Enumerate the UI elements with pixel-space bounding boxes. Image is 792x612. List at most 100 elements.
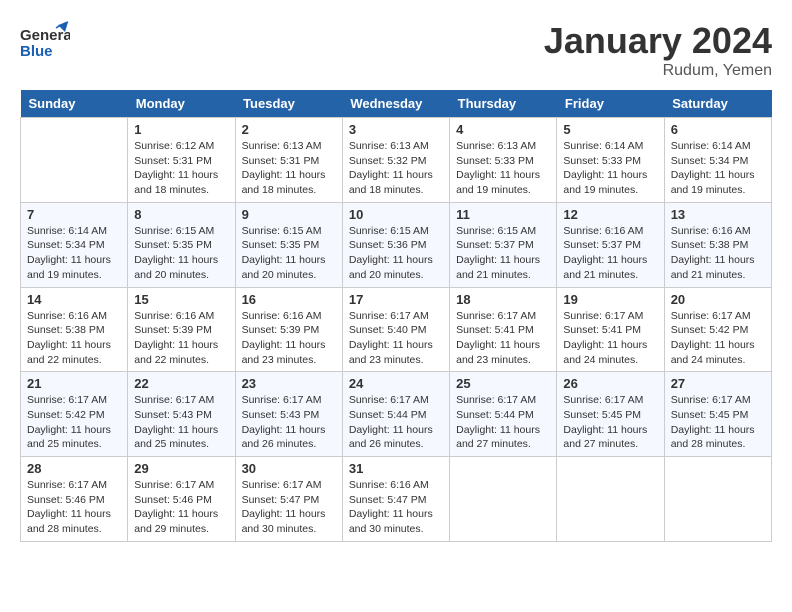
- day-cell: 2 Sunrise: 6:13 AM Sunset: 5:31 PM Daylig…: [235, 118, 342, 203]
- day-info: Sunrise: 6:13 AM Sunset: 5:33 PM Dayligh…: [456, 139, 550, 198]
- day-number: 25: [456, 376, 550, 391]
- day-cell: 21 Sunrise: 6:17 AM Sunset: 5:42 PM Dayli…: [21, 372, 128, 457]
- week-row-2: 7Sunrise: 6:14 AM Sunset: 5:34 PM Daylig…: [21, 202, 772, 287]
- day-info: Sunrise: 6:13 AM Sunset: 5:31 PM Dayligh…: [242, 139, 336, 198]
- day-info: Sunrise: 6:16 AM Sunset: 5:47 PM Dayligh…: [349, 478, 443, 537]
- day-cell: 27 Sunrise: 6:17 AM Sunset: 5:45 PM Dayli…: [664, 372, 771, 457]
- day-info: Sunrise: 6:16 AM Sunset: 5:38 PM Dayligh…: [671, 224, 765, 283]
- day-info: Sunrise: 6:15 AM Sunset: 5:35 PM Dayligh…: [242, 224, 336, 283]
- page-header: General Blue January 2024 Rudum, Yemen: [20, 20, 772, 80]
- day-number: 3: [349, 122, 443, 137]
- day-info: Sunrise: 6:17 AM Sunset: 5:45 PM Dayligh…: [671, 393, 765, 452]
- title-block: January 2024 Rudum, Yemen: [544, 20, 772, 80]
- day-cell: 9 Sunrise: 6:15 AM Sunset: 5:35 PM Daylig…: [235, 202, 342, 287]
- day-number: 12: [563, 207, 657, 222]
- col-header-wednesday: Wednesday: [342, 90, 449, 118]
- day-info: Sunrise: 6:16 AM Sunset: 5:38 PM Dayligh…: [27, 309, 121, 368]
- day-number: 24: [349, 376, 443, 391]
- day-cell: 16Sunrise: 6:16 AM Sunset: 5:39 PM Dayli…: [235, 287, 342, 372]
- day-number: 10: [349, 207, 443, 222]
- day-cell: 15 Sunrise: 6:16 AM Sunset: 5:39 PM Dayli…: [128, 287, 235, 372]
- day-info: Sunrise: 6:17 AM Sunset: 5:44 PM Dayligh…: [349, 393, 443, 452]
- day-number: 15: [134, 292, 228, 307]
- day-info: Sunrise: 6:14 AM Sunset: 5:34 PM Dayligh…: [671, 139, 765, 198]
- day-cell: 14 Sunrise: 6:16 AM Sunset: 5:38 PM Dayli…: [21, 287, 128, 372]
- day-info: Sunrise: 6:17 AM Sunset: 5:40 PM Dayligh…: [349, 309, 443, 368]
- svg-text:General: General: [20, 27, 70, 44]
- day-number: 5: [563, 122, 657, 137]
- day-info: Sunrise: 6:17 AM Sunset: 5:43 PM Dayligh…: [242, 393, 336, 452]
- day-cell: 13 Sunrise: 6:16 AM Sunset: 5:38 PM Dayli…: [664, 202, 771, 287]
- day-info: Sunrise: 6:17 AM Sunset: 5:43 PM Dayligh…: [134, 393, 228, 452]
- day-cell: 5Sunrise: 6:14 AM Sunset: 5:33 PM Daylig…: [557, 118, 664, 203]
- day-number: 19: [563, 292, 657, 307]
- day-info: Sunrise: 6:12 AM Sunset: 5:31 PM Dayligh…: [134, 139, 228, 198]
- day-info: Sunrise: 6:17 AM Sunset: 5:44 PM Dayligh…: [456, 393, 550, 452]
- day-cell: 26Sunrise: 6:17 AM Sunset: 5:45 PM Dayli…: [557, 372, 664, 457]
- day-number: 23: [242, 376, 336, 391]
- day-number: 2: [242, 122, 336, 137]
- day-cell: 28 Sunrise: 6:17 AM Sunset: 5:46 PM Dayli…: [21, 457, 128, 542]
- day-number: 22: [134, 376, 228, 391]
- day-number: 18: [456, 292, 550, 307]
- logo: General Blue: [20, 20, 70, 65]
- day-number: 17: [349, 292, 443, 307]
- col-header-sunday: Sunday: [21, 90, 128, 118]
- day-cell: 3Sunrise: 6:13 AM Sunset: 5:32 PM Daylig…: [342, 118, 449, 203]
- week-row-4: 21 Sunrise: 6:17 AM Sunset: 5:42 PM Dayli…: [21, 372, 772, 457]
- day-cell: 24 Sunrise: 6:17 AM Sunset: 5:44 PM Dayli…: [342, 372, 449, 457]
- day-cell: 25 Sunrise: 6:17 AM Sunset: 5:44 PM Dayli…: [450, 372, 557, 457]
- day-info: Sunrise: 6:17 AM Sunset: 5:41 PM Dayligh…: [563, 309, 657, 368]
- day-number: 1: [134, 122, 228, 137]
- day-cell: [557, 457, 664, 542]
- col-header-saturday: Saturday: [664, 90, 771, 118]
- day-cell: 8 Sunrise: 6:15 AM Sunset: 5:35 PM Daylig…: [128, 202, 235, 287]
- logo-icon: General Blue: [20, 20, 70, 65]
- day-number: 27: [671, 376, 765, 391]
- week-row-3: 14 Sunrise: 6:16 AM Sunset: 5:38 PM Dayli…: [21, 287, 772, 372]
- col-header-thursday: Thursday: [450, 90, 557, 118]
- day-number: 31: [349, 461, 443, 476]
- day-info: Sunrise: 6:16 AM Sunset: 5:37 PM Dayligh…: [563, 224, 657, 283]
- day-cell: [664, 457, 771, 542]
- day-cell: 1 Sunrise: 6:12 AM Sunset: 5:31 PM Daylig…: [128, 118, 235, 203]
- day-number: 4: [456, 122, 550, 137]
- day-number: 6: [671, 122, 765, 137]
- day-info: Sunrise: 6:15 AM Sunset: 5:35 PM Dayligh…: [134, 224, 228, 283]
- day-number: 20: [671, 292, 765, 307]
- day-number: 14: [27, 292, 121, 307]
- day-number: 11: [456, 207, 550, 222]
- day-cell: 20 Sunrise: 6:17 AM Sunset: 5:42 PM Dayli…: [664, 287, 771, 372]
- day-cell: 31 Sunrise: 6:16 AM Sunset: 5:47 PM Dayli…: [342, 457, 449, 542]
- day-info: Sunrise: 6:17 AM Sunset: 5:47 PM Dayligh…: [242, 478, 336, 537]
- day-info: Sunrise: 6:17 AM Sunset: 5:46 PM Dayligh…: [27, 478, 121, 537]
- day-cell: 30 Sunrise: 6:17 AM Sunset: 5:47 PM Dayli…: [235, 457, 342, 542]
- day-cell: 4 Sunrise: 6:13 AM Sunset: 5:33 PM Daylig…: [450, 118, 557, 203]
- day-number: 28: [27, 461, 121, 476]
- header-row: SundayMondayTuesdayWednesdayThursdayFrid…: [21, 90, 772, 118]
- svg-text:Blue: Blue: [20, 43, 53, 60]
- day-cell: 10 Sunrise: 6:15 AM Sunset: 5:36 PM Dayli…: [342, 202, 449, 287]
- day-info: Sunrise: 6:15 AM Sunset: 5:36 PM Dayligh…: [349, 224, 443, 283]
- day-number: 21: [27, 376, 121, 391]
- day-info: Sunrise: 6:16 AM Sunset: 5:39 PM Dayligh…: [242, 309, 336, 368]
- day-info: Sunrise: 6:16 AM Sunset: 5:39 PM Dayligh…: [134, 309, 228, 368]
- month-title: January 2024: [544, 20, 772, 62]
- day-cell: 6 Sunrise: 6:14 AM Sunset: 5:34 PM Daylig…: [664, 118, 771, 203]
- calendar-table: SundayMondayTuesdayWednesdayThursdayFrid…: [20, 90, 772, 542]
- day-cell: 22 Sunrise: 6:17 AM Sunset: 5:43 PM Dayli…: [128, 372, 235, 457]
- col-header-friday: Friday: [557, 90, 664, 118]
- day-info: Sunrise: 6:17 AM Sunset: 5:42 PM Dayligh…: [671, 309, 765, 368]
- day-number: 13: [671, 207, 765, 222]
- day-cell: [450, 457, 557, 542]
- day-info: Sunrise: 6:17 AM Sunset: 5:42 PM Dayligh…: [27, 393, 121, 452]
- day-cell: 7Sunrise: 6:14 AM Sunset: 5:34 PM Daylig…: [21, 202, 128, 287]
- day-number: 9: [242, 207, 336, 222]
- day-number: 26: [563, 376, 657, 391]
- day-number: 8: [134, 207, 228, 222]
- day-cell: 19 Sunrise: 6:17 AM Sunset: 5:41 PM Dayli…: [557, 287, 664, 372]
- day-number: 30: [242, 461, 336, 476]
- week-row-5: 28 Sunrise: 6:17 AM Sunset: 5:46 PM Dayli…: [21, 457, 772, 542]
- day-info: Sunrise: 6:14 AM Sunset: 5:34 PM Dayligh…: [27, 224, 121, 283]
- day-cell: [21, 118, 128, 203]
